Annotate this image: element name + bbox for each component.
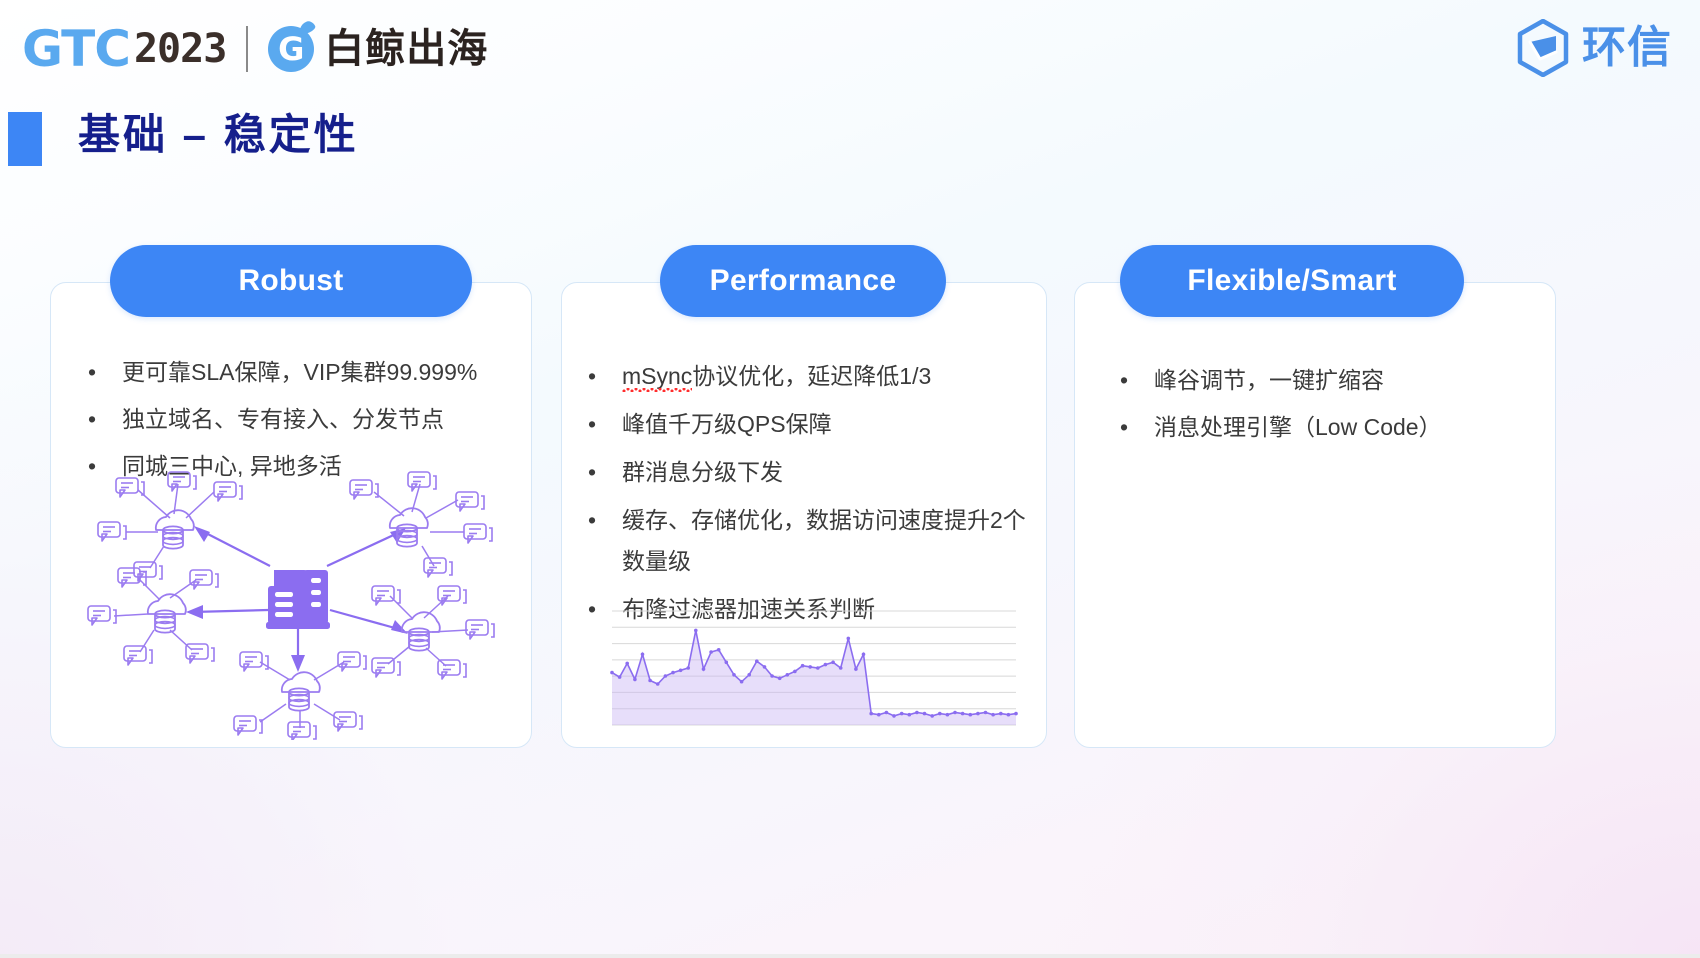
card-flexible-smart [1074, 282, 1556, 748]
list-item: • 更可靠SLA保障，VIP集群99.999% [88, 352, 508, 394]
list-item: • 群消息分级下发 [588, 452, 1028, 494]
huanxin-logo: 环信 [1516, 18, 1672, 78]
baijing-wordmark: 白鲸出海 [324, 27, 489, 71]
datacenter-building-icon [266, 570, 330, 629]
bullet-dot-icon: • [88, 405, 97, 432]
bullet-text: mSync协议优化，延迟降低1/3 [622, 356, 1028, 398]
bullet-text-rest: 协议优化，延迟降低1/3 [692, 363, 932, 389]
card-flexible-smart-bullet-list: • 峰谷调节，一键扩缩容 • 消息处理引擎（Low Code） [1120, 360, 1520, 454]
bullet-text: 缓存、存储优化，数据访问速度提升2个数量级 [622, 506, 1026, 575]
gtc-year: 2023 [133, 26, 227, 72]
bullet-dot-icon: • [588, 363, 597, 389]
title-accent-bar [8, 112, 42, 166]
card-performance-title-pill: Performance [660, 245, 946, 317]
bullet-text: 群消息分级下发 [622, 458, 783, 485]
list-item: • mSync协议优化，延迟降低1/3 [588, 356, 1028, 398]
bullet-dot-icon: • [588, 410, 597, 437]
spellcheck-underlined-word: mSync [622, 363, 693, 389]
bullet-text: 更可靠SLA保障，VIP集群99.999% [122, 359, 478, 385]
baijing-dolphin-icon [268, 26, 315, 72]
card-flexible-smart-title-pill: Flexible/Smart [1120, 245, 1464, 317]
logo-divider [246, 26, 249, 72]
bullet-dot-icon: • [88, 359, 97, 385]
bullet-dot-icon: • [1120, 367, 1129, 393]
bullet-text: 峰谷调节，一键扩缩容 [1154, 367, 1384, 393]
bullet-text: 独立域名、专有接入、分发节点 [122, 405, 444, 432]
bullet-dot-icon: • [1120, 413, 1129, 440]
huanxin-wordmark: 环信 [1582, 23, 1672, 72]
hexagon-envelope-icon [1517, 19, 1569, 77]
bullet-text: 峰值千万级QPS保障 [622, 410, 832, 437]
gtc-partner-logo: GTC 2023 白鲸出海 [22, 18, 488, 80]
page-title: 基础 – 稳定性 [78, 111, 359, 158]
list-item: • 缓存、存储优化，数据访问速度提升2个数量级 [588, 500, 1028, 584]
latency-drop-area-chart [610, 610, 1018, 726]
list-item: • 峰值千万级QPS保障 [588, 404, 1028, 446]
bullet-dot-icon: • [588, 458, 597, 485]
list-item: • 消息处理引擎（Low Code） [1120, 407, 1520, 449]
list-item: • 峰谷调节，一键扩缩容 [1120, 360, 1520, 402]
multi-datacenter-network-diagram [87, 471, 495, 740]
bullet-dot-icon: • [588, 506, 597, 533]
slide: GTC 2023 白鲸出海 环信 基础 – 稳定性 Robust • 更可靠SL… [0, 0, 1700, 958]
list-item: • 独立域名、专有接入、分发节点 [88, 399, 508, 441]
gtc-wordmark: GTC [22, 20, 131, 78]
card-performance-bullet-list: • mSync协议优化，延迟降低1/3 • 峰值千万级QPS保障 • 群消息分级… [588, 356, 1028, 637]
card-robust-title-pill: Robust [110, 245, 472, 317]
bullet-text: 消息处理引擎（Low Code） [1154, 413, 1442, 440]
